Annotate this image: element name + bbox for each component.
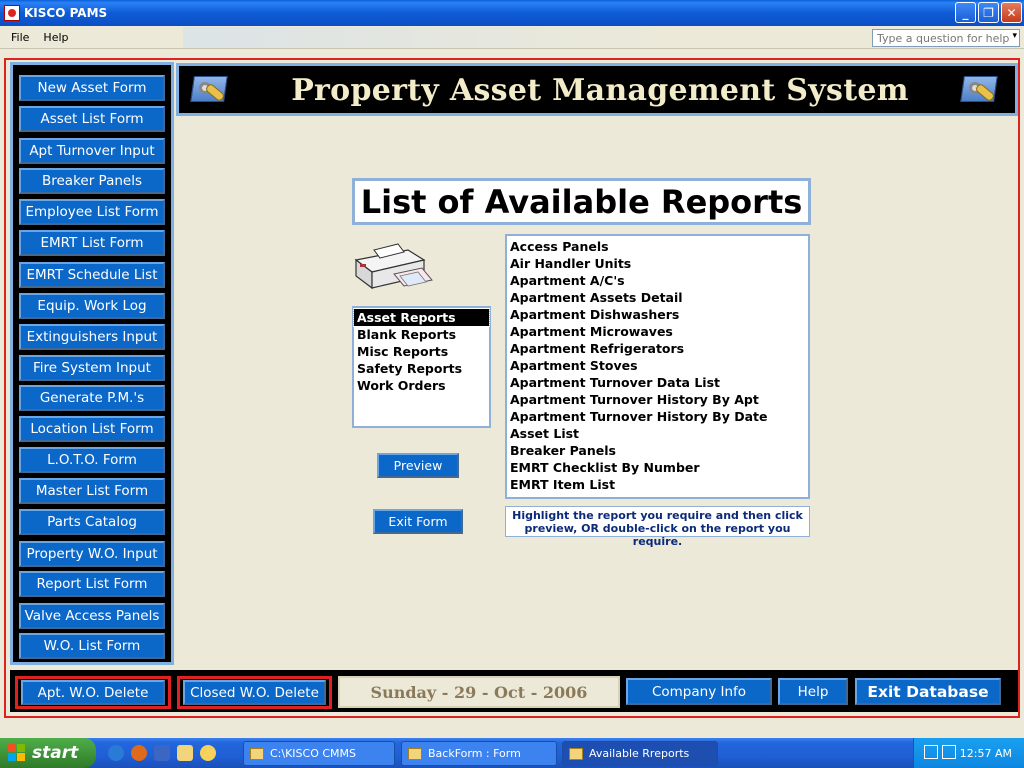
- clock-icon[interactable]: [200, 745, 216, 761]
- task-label: BackForm : Form: [428, 747, 521, 760]
- system-tray: 12:57 AM: [913, 738, 1024, 768]
- location-list-form-button[interactable]: Location List Form: [19, 416, 165, 442]
- start-label: start: [32, 743, 79, 763]
- apt-turnover-input-button[interactable]: Apt Turnover Input: [19, 138, 165, 164]
- folder-icon[interactable]: [177, 745, 193, 761]
- list-item[interactable]: Apartment Microwaves: [507, 323, 808, 340]
- list-item[interactable]: Safety Reports: [354, 360, 489, 377]
- exit-form-button[interactable]: Exit Form: [373, 509, 463, 534]
- clock: 12:57 AM: [959, 746, 1012, 760]
- list-item[interactable]: Apartment Refrigerators: [507, 340, 808, 357]
- emrt-list-form-button[interactable]: EMRT List Form: [19, 230, 165, 256]
- parts-catalog-button[interactable]: Parts Catalog: [19, 509, 165, 535]
- company-info-button[interactable]: Company Info: [626, 678, 772, 705]
- menu-file[interactable]: File: [4, 31, 36, 44]
- list-item[interactable]: Apartment Assets Detail: [507, 289, 808, 306]
- extinguishers-input-button[interactable]: Extinguishers Input: [19, 324, 165, 350]
- header-bar: Property Asset Management System: [176, 63, 1018, 116]
- list-item[interactable]: Apartment Stoves: [507, 357, 808, 374]
- new-asset-form-button[interactable]: New Asset Form: [19, 75, 165, 101]
- list-item[interactable]: Air Handler Units: [507, 255, 808, 272]
- shield-icon[interactable]: [942, 745, 956, 759]
- report-list-form-button[interactable]: Report List Form: [19, 571, 165, 597]
- minimize-button[interactable]: _: [955, 2, 976, 23]
- breaker-panels-button[interactable]: Breaker Panels: [19, 168, 165, 194]
- list-item[interactable]: Misc Reports: [354, 343, 489, 360]
- window-controls: _ ❐ ✕: [955, 2, 1022, 23]
- emrt-schedule-list-button[interactable]: EMRT Schedule List: [19, 262, 165, 288]
- master-list-form-button[interactable]: Master List Form: [19, 478, 165, 504]
- app-icon: [4, 5, 20, 21]
- ie-icon[interactable]: [108, 745, 124, 761]
- help-search-input[interactable]: Type a question for help ▾: [872, 29, 1020, 47]
- asset-list-form-button[interactable]: Asset List Form: [19, 106, 165, 132]
- menu-help[interactable]: Help: [36, 31, 75, 44]
- menu-bar: File Help Type a question for help ▾: [0, 26, 1024, 49]
- task-available-reports[interactable]: Available Rreports: [562, 741, 718, 766]
- task-label: Available Rreports: [589, 747, 690, 760]
- list-item[interactable]: Work Orders: [354, 377, 489, 394]
- help-button[interactable]: Help: [778, 678, 848, 705]
- list-item[interactable]: Blank Reports: [354, 326, 489, 343]
- list-item[interactable]: Asset Reports: [353, 308, 490, 327]
- reports-heading: List of Available Reports: [352, 178, 811, 225]
- report-list[interactable]: Access Panels Air Handler Units Apartmen…: [505, 234, 810, 499]
- form-icon: [408, 747, 422, 760]
- list-item[interactable]: Breaker Panels: [507, 442, 808, 459]
- network-icon[interactable]: [924, 745, 938, 759]
- fire-system-input-button[interactable]: Fire System Input: [19, 355, 165, 381]
- page-title: Property Asset Management System: [291, 73, 909, 108]
- employee-list-form-button[interactable]: Employee List Form: [19, 199, 165, 225]
- help-search-placeholder: Type a question for help: [877, 32, 1010, 45]
- chevron-down-icon[interactable]: ▾: [1012, 31, 1017, 41]
- list-item[interactable]: Asset List: [507, 425, 808, 442]
- apt-wo-delete-button[interactable]: Apt. W.O. Delete: [21, 680, 165, 705]
- restore-button[interactable]: ❐: [978, 2, 999, 23]
- sidebar: New Asset Form Asset List Form Apt Turno…: [10, 62, 174, 665]
- taskbar: start C:\KISCO CMMS BackForm : Form Avai…: [0, 738, 1024, 768]
- list-item[interactable]: Apartment Dishwashers: [507, 306, 808, 323]
- preview-button[interactable]: Preview: [377, 453, 459, 478]
- folder-tools-icon: [959, 70, 1001, 110]
- closed-wo-delete-button[interactable]: Closed W.O. Delete: [183, 680, 326, 705]
- folder-icon: [250, 747, 264, 760]
- loto-form-button[interactable]: L.O.T.O. Form: [19, 447, 165, 473]
- closed-wo-delete-frame: Closed W.O. Delete: [177, 676, 332, 709]
- menu-decoration: [183, 27, 683, 48]
- wo-list-form-button[interactable]: W.O. List Form: [19, 633, 165, 659]
- printer-icon: [354, 243, 433, 290]
- instruction-text: Highlight the report you require and the…: [505, 506, 810, 548]
- task-kisco-cmms[interactable]: C:\KISCO CMMS: [243, 741, 395, 766]
- list-item[interactable]: EMRT Checklist By Number: [507, 459, 808, 476]
- task-label: C:\KISCO CMMS: [270, 747, 357, 760]
- list-item[interactable]: Apartment A/C's: [507, 272, 808, 289]
- start-button[interactable]: start: [0, 738, 96, 768]
- list-item[interactable]: Access Panels: [507, 238, 808, 255]
- windows-flag-icon: [8, 744, 26, 762]
- generate-pms-button[interactable]: Generate P.M.'s: [19, 385, 165, 411]
- report-category-list[interactable]: Asset Reports Blank Reports Misc Reports…: [352, 306, 491, 428]
- title-bar: KISCO PAMS _ ❐ ✕: [0, 0, 1024, 26]
- close-button[interactable]: ✕: [1001, 2, 1022, 23]
- list-item[interactable]: Apartment Turnover History By Apt: [507, 391, 808, 408]
- outlook-icon[interactable]: [154, 745, 170, 761]
- window-title: KISCO PAMS: [24, 6, 108, 20]
- form-icon: [569, 747, 583, 760]
- property-wo-input-button[interactable]: Property W.O. Input: [19, 541, 165, 567]
- exit-database-button[interactable]: Exit Database: [855, 678, 1001, 705]
- task-backform[interactable]: BackForm : Form: [401, 741, 557, 766]
- date-display: Sunday - 29 - Oct - 2006: [338, 676, 620, 708]
- list-item[interactable]: Apartment Turnover Data List: [507, 374, 808, 391]
- apt-wo-delete-frame: Apt. W.O. Delete: [15, 676, 171, 709]
- list-item[interactable]: EMRT Item List: [507, 476, 808, 493]
- valve-access-panels-button[interactable]: Valve Access Panels: [19, 603, 165, 629]
- list-item[interactable]: Apartment Turnover History By Date: [507, 408, 808, 425]
- equip-work-log-button[interactable]: Equip. Work Log: [19, 293, 165, 319]
- media-icon[interactable]: [131, 745, 147, 761]
